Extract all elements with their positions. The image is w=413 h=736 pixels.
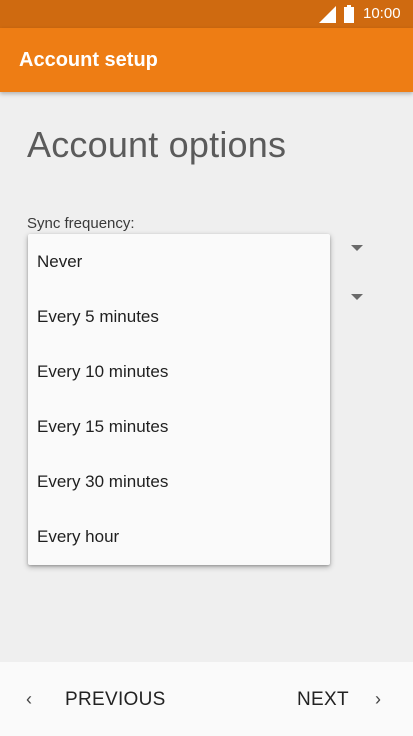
next-button-label: NEXT [297,689,349,710]
battery-icon [344,5,354,23]
dropdown-option-every-15-minutes[interactable]: Every 15 minutes [28,399,330,454]
previous-button[interactable]: ‹ PREVIOUS [0,662,200,736]
sync-frequency-dropdown-arrow-icon[interactable] [351,245,363,251]
app-title: Account setup [19,49,158,71]
dropdown-option-every-hour[interactable]: Every hour [28,509,330,564]
sync-frequency-dropdown-menu: Never Every 5 minutes Every 10 minutes E… [28,234,330,565]
signal-icon [319,6,336,23]
sync-frequency-label: Sync frequency: [27,215,135,232]
app-bar: Account setup [0,28,413,92]
status-bar: 10:00 [0,0,413,28]
chevron-right-icon: › [375,689,381,709]
page-title: Account options [27,124,287,165]
second-dropdown-arrow-icon[interactable] [351,294,363,300]
dropdown-option-every-30-minutes[interactable]: Every 30 minutes [28,454,330,509]
dropdown-option-every-5-minutes[interactable]: Every 5 minutes [28,289,330,344]
status-time: 10:00 [363,5,401,22]
chevron-left-icon: ‹ [26,689,32,709]
dropdown-option-every-10-minutes[interactable]: Every 10 minutes [28,344,330,399]
bottom-navigation-bar: ‹ PREVIOUS NEXT › [0,662,413,736]
dropdown-option-never[interactable]: Never [28,234,330,289]
next-button[interactable]: NEXT › [260,662,413,736]
previous-button-label: PREVIOUS [65,689,166,710]
